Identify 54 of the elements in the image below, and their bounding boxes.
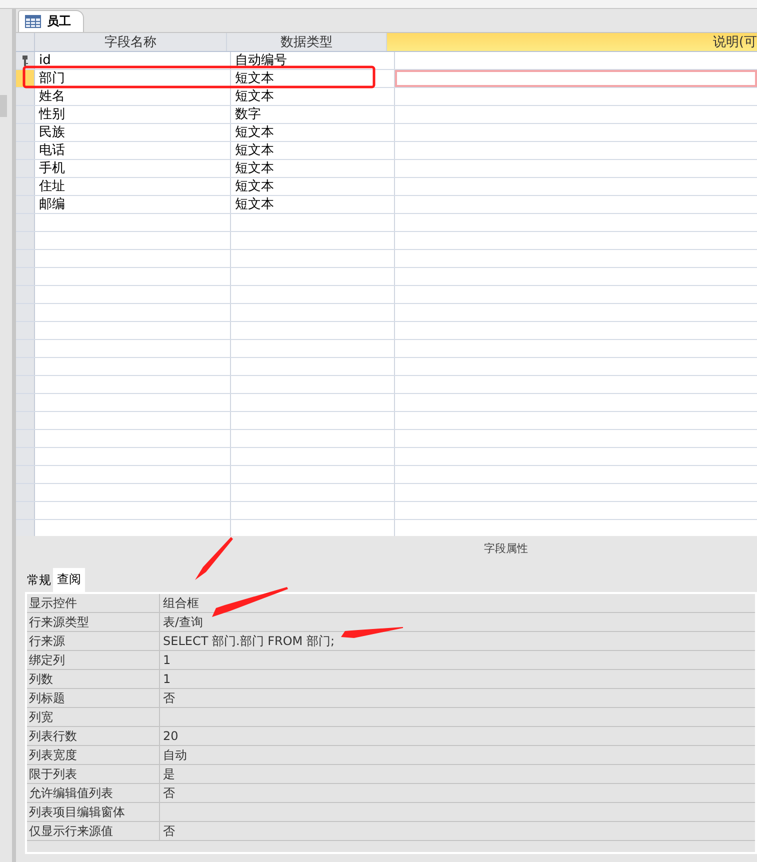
row-selector[interactable] (16, 52, 35, 69)
document-tab[interactable]: 员工 (18, 10, 84, 32)
field-name-cell[interactable]: 邮编 (35, 196, 231, 213)
property-label: 列数 (27, 670, 160, 688)
property-label: 显示控件 (27, 594, 160, 612)
data-type-cell[interactable]: 短文本 (231, 142, 395, 159)
property-label: 列标题 (27, 689, 160, 707)
property-label: 绑定列 (27, 651, 160, 669)
field-name-cell[interactable]: id (35, 52, 231, 69)
property-value-field[interactable]: 1 (160, 651, 755, 669)
property-value-field[interactable]: 自动 (160, 746, 755, 764)
data-type-cell[interactable]: 短文本 (231, 160, 395, 177)
key-icon (22, 54, 28, 66)
property-label: 允许编辑值列表 (27, 784, 160, 802)
data-type-cell[interactable]: 自动编号 (231, 52, 395, 69)
property-label: 仅显示行来源值 (27, 822, 160, 840)
property-tab[interactable]: 常规 (25, 569, 53, 592)
field-name-cell[interactable]: 民族 (35, 124, 231, 141)
property-label: 行来源类型 (27, 613, 160, 631)
property-label: 列宽 (27, 708, 160, 726)
section-title: 字段属性 (483, 541, 529, 556)
property-value-field[interactable]: 组合框 (160, 594, 755, 612)
field-name-cell[interactable]: 性别 (35, 106, 231, 123)
table-icon (25, 15, 41, 28)
property-value-field[interactable]: 否 (160, 784, 755, 802)
field-name-cell[interactable]: 电话 (35, 142, 231, 159)
property-value-field[interactable]: 20 (160, 727, 755, 745)
data-type-cell[interactable]: 短文本 (231, 88, 395, 105)
property-label: 列表行数 (27, 727, 160, 745)
data-type-cell[interactable]: 短文本 (231, 178, 395, 195)
arrow-drawing (195, 537, 233, 580)
property-label: 列表项目编辑窗体 (27, 803, 160, 821)
property-label: 行来源 (27, 632, 160, 650)
property-tab[interactable]: 查阅 (53, 568, 85, 592)
arrow-drawing (341, 627, 403, 638)
property-label: 限于列表 (27, 765, 160, 783)
data-type-cell[interactable]: 短文本 (231, 70, 395, 87)
property-value-field[interactable]: 1 (160, 670, 755, 688)
property-label: 列表宽度 (27, 746, 160, 764)
data-type-cell[interactable]: 短文本 (231, 196, 395, 213)
data-type-cell[interactable]: 数字 (231, 106, 395, 123)
property-value-field[interactable]: SELECT 部门.部门 FROM 部门; (160, 632, 755, 650)
column-header[interactable]: 说明(可 (387, 33, 757, 51)
property-value-field[interactable]: 表/查询 (160, 613, 755, 631)
field-name-cell[interactable]: 姓名 (35, 88, 231, 105)
field-name-cell[interactable]: 手机 (35, 160, 231, 177)
property-value-field[interactable]: 是 (160, 765, 755, 783)
field-name-cell[interactable]: 部门 (35, 70, 231, 87)
column-header[interactable]: 字段名称 (35, 33, 227, 51)
description-field[interactable] (395, 70, 757, 87)
property-value-field[interactable]: 否 (160, 822, 755, 840)
property-value-field[interactable]: 否 (160, 689, 755, 707)
field-name-cell[interactable]: 住址 (35, 178, 231, 195)
data-type-cell[interactable]: 短文本 (231, 124, 395, 141)
